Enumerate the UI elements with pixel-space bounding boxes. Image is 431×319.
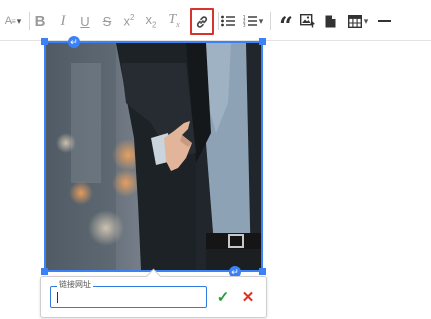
link-icon [196, 15, 208, 28]
underline-icon: U [80, 13, 90, 29]
bold-icon: B [34, 12, 46, 30]
horizontal-line-icon [377, 20, 391, 22]
strikethrough-button[interactable]: S [100, 9, 114, 33]
file-icon [325, 15, 335, 27]
photo-illustration [46, 43, 261, 270]
link-url-input[interactable] [51, 287, 206, 307]
horizontal-line-button[interactable] [376, 9, 392, 33]
return-arrow-icon[interactable]: ↵ [68, 36, 80, 48]
table-icon [347, 14, 362, 28]
numbered-list-button[interactable]: 123 ▾ [240, 9, 266, 33]
text-caret [57, 292, 58, 303]
superscript-icon: x2 [123, 13, 135, 29]
chevron-down-icon: ▾ [258, 15, 264, 26]
clear-format-button[interactable]: Tx [165, 9, 183, 33]
superscript-button[interactable]: x2 [121, 9, 137, 33]
toolbar-divider [218, 12, 219, 30]
insert-file-button[interactable] [322, 9, 338, 33]
editor-toolbar: A≡ ▾ B I U S x2 x2 Tx 1 2 3 ▾ “ ▾ [0, 0, 431, 41]
strikethrough-icon: S [102, 13, 112, 29]
bold-button[interactable]: B [33, 9, 47, 33]
save-link-button[interactable]: ✓ [213, 287, 233, 307]
bulleted-list-button[interactable] [220, 9, 236, 33]
toolbar-divider [270, 12, 271, 30]
font-size-button[interactable]: A≡ ▾ [0, 9, 26, 33]
image-upload-icon [299, 14, 315, 28]
clear-format-icon: Tx [168, 12, 180, 29]
cross-icon: ✕ [241, 289, 255, 306]
link-url-field[interactable]: 链接网址 [50, 280, 207, 308]
underline-button[interactable]: U [78, 9, 92, 33]
resize-handle-bottom-left[interactable] [41, 268, 48, 275]
chevron-down-icon: ▾ [363, 15, 369, 26]
subscript-button[interactable]: x2 [143, 9, 159, 33]
bulleted-list-icon [221, 15, 235, 27]
subscript-icon: x2 [145, 11, 157, 30]
handshake-photo [46, 43, 261, 270]
insert-table-button[interactable]: ▾ [344, 9, 372, 33]
resize-handle-bottom-right[interactable] [259, 268, 266, 275]
check-icon: ✓ [216, 289, 230, 306]
link-button[interactable] [190, 8, 214, 35]
cancel-link-button[interactable]: ✕ [238, 287, 258, 307]
chevron-down-icon: ▾ [16, 15, 22, 26]
toolbar-divider [29, 12, 30, 30]
quote-icon: “ [279, 10, 293, 40]
selected-image[interactable]: ↵ ↵ [41, 36, 266, 278]
svg-text:3: 3 [243, 23, 246, 28]
italic-button[interactable]: I [56, 9, 70, 33]
numbered-list-icon: 123 [243, 15, 257, 27]
resize-handle-top-left[interactable] [41, 38, 48, 45]
resize-handle-top-right[interactable] [259, 38, 266, 45]
insert-image-button[interactable] [298, 9, 316, 33]
italic-icon: I [60, 12, 66, 29]
link-form-popup: 链接网址 ✓ ✕ [40, 268, 267, 318]
block-quote-button[interactable]: “ [278, 9, 294, 37]
font-size-icon: A≡ [4, 15, 16, 27]
